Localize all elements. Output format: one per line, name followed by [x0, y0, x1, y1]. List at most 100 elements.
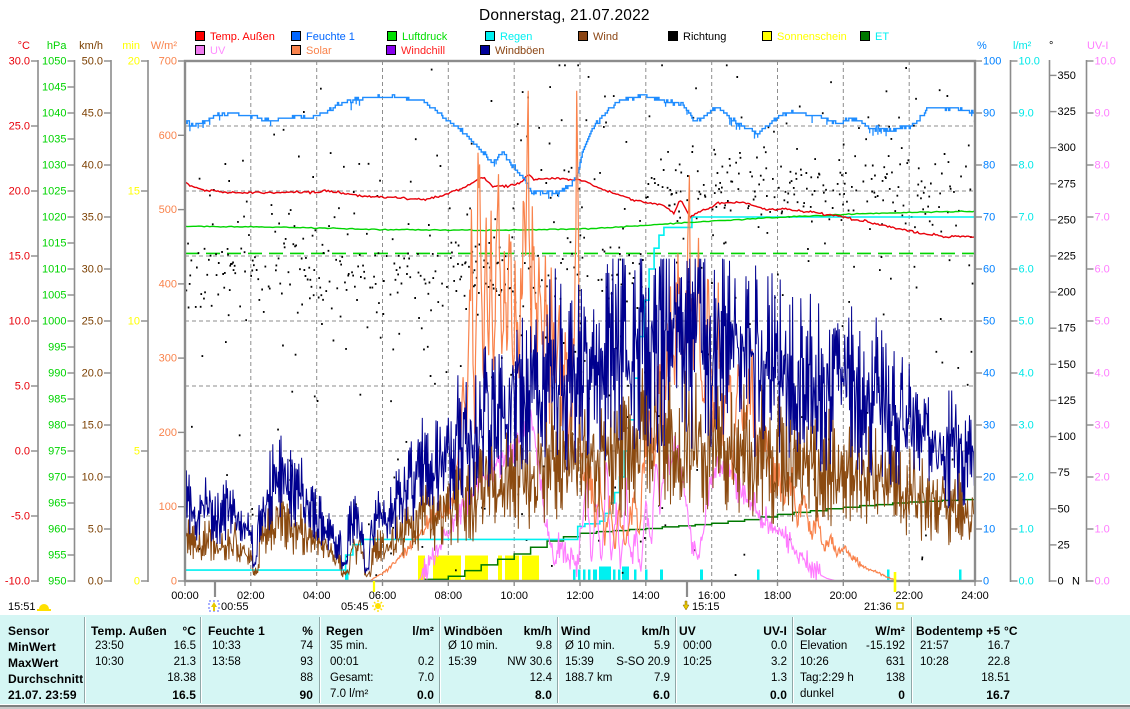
svg-text:0.0: 0.0 [1095, 576, 1110, 588]
svg-text:20.0: 20.0 [82, 368, 103, 380]
svg-text:990: 990 [48, 368, 66, 380]
svg-text:0: 0 [171, 576, 177, 588]
svg-text:04:00: 04:00 [303, 590, 331, 602]
svg-text:W/m²: W/m² [151, 40, 178, 52]
svg-text:275: 275 [1058, 178, 1076, 190]
svg-text:950: 950 [48, 576, 66, 588]
svg-text:300: 300 [1058, 142, 1076, 154]
svg-text:975: 975 [48, 446, 66, 458]
svg-text:10.0: 10.0 [1019, 56, 1040, 68]
svg-text:30.0: 30.0 [82, 264, 103, 276]
svg-text:6.0: 6.0 [1019, 264, 1034, 276]
svg-text:15.0: 15.0 [82, 420, 103, 432]
svg-text:200: 200 [159, 427, 177, 439]
svg-text:400: 400 [159, 278, 177, 290]
svg-text:200: 200 [1058, 287, 1076, 299]
svg-text:0: 0 [983, 576, 989, 588]
svg-text:40.0: 40.0 [82, 160, 103, 172]
svg-text:1000: 1000 [42, 316, 66, 328]
svg-text:km/h: km/h [79, 40, 103, 52]
svg-text:955: 955 [48, 550, 66, 562]
svg-text:970: 970 [48, 472, 66, 484]
svg-text:25: 25 [1058, 539, 1070, 551]
svg-text:10:00: 10:00 [500, 590, 528, 602]
svg-text:5.0: 5.0 [88, 524, 103, 536]
svg-text:1020: 1020 [42, 212, 66, 224]
svg-text:30.0: 30.0 [9, 56, 30, 68]
svg-text:18:00: 18:00 [764, 590, 792, 602]
svg-text:1050: 1050 [42, 56, 66, 68]
svg-text:500: 500 [159, 204, 177, 216]
svg-text:15: 15 [128, 186, 140, 198]
svg-text:985: 985 [48, 394, 66, 406]
svg-text:1010: 1010 [42, 264, 66, 276]
svg-text:3.0: 3.0 [1019, 420, 1034, 432]
svg-text:l/m²: l/m² [1013, 40, 1032, 52]
svg-text:40: 40 [983, 368, 995, 380]
svg-text:995: 995 [48, 342, 66, 354]
svg-text:5.0: 5.0 [1019, 316, 1034, 328]
svg-text:10: 10 [983, 524, 995, 536]
svg-text:5.0: 5.0 [15, 381, 30, 393]
svg-text:25.0: 25.0 [82, 316, 103, 328]
svg-text:9.0: 9.0 [1019, 108, 1034, 120]
svg-text:°: ° [1049, 40, 1053, 52]
svg-text:8.0: 8.0 [1019, 160, 1034, 172]
svg-text:0: 0 [134, 576, 140, 588]
svg-text:45.0: 45.0 [82, 108, 103, 120]
svg-text:7.0: 7.0 [1095, 212, 1110, 224]
svg-text:60: 60 [983, 264, 995, 276]
svg-text:980: 980 [48, 420, 66, 432]
svg-text:1040: 1040 [42, 108, 66, 120]
svg-text:0: 0 [1058, 576, 1064, 588]
svg-text:08:00: 08:00 [435, 590, 463, 602]
svg-text:-10.0: -10.0 [5, 576, 30, 588]
svg-text:100: 100 [983, 56, 1001, 68]
svg-text:22:00: 22:00 [895, 590, 923, 602]
svg-text:4.0: 4.0 [1095, 368, 1110, 380]
svg-text:350: 350 [1058, 70, 1076, 82]
svg-text:1.0: 1.0 [1095, 524, 1110, 536]
svg-text:4.0: 4.0 [1019, 368, 1034, 380]
svg-text:1.0: 1.0 [1019, 524, 1034, 536]
svg-text:24:00: 24:00 [961, 590, 989, 602]
svg-text:-5.0: -5.0 [11, 511, 30, 523]
svg-text:20: 20 [128, 56, 140, 68]
svg-text:150: 150 [1058, 359, 1076, 371]
svg-text:00:00: 00:00 [171, 590, 199, 602]
svg-text:70: 70 [983, 212, 995, 224]
svg-text:0.0: 0.0 [1019, 576, 1034, 588]
svg-text:14:00: 14:00 [632, 590, 660, 602]
svg-text:%: % [977, 40, 987, 52]
svg-text:25.0: 25.0 [9, 121, 30, 133]
svg-text:80: 80 [983, 160, 995, 172]
svg-text:100: 100 [1058, 431, 1076, 443]
svg-text:1025: 1025 [42, 186, 66, 198]
svg-text:50: 50 [1058, 503, 1070, 515]
svg-text:12:00: 12:00 [566, 590, 594, 602]
svg-text:50: 50 [983, 316, 995, 328]
svg-text:8.0: 8.0 [1095, 160, 1110, 172]
svg-text:75: 75 [1058, 467, 1070, 479]
svg-text:UV-I: UV-I [1087, 40, 1108, 52]
svg-text:5.0: 5.0 [1095, 316, 1110, 328]
svg-text:min: min [122, 40, 140, 52]
svg-text:10.0: 10.0 [82, 472, 103, 484]
svg-text:30: 30 [983, 420, 995, 432]
svg-text:2.0: 2.0 [1019, 472, 1034, 484]
svg-text:600: 600 [159, 130, 177, 142]
svg-text:10.0: 10.0 [1095, 56, 1116, 68]
svg-text:965: 965 [48, 498, 66, 510]
svg-text:10.0: 10.0 [9, 316, 30, 328]
svg-text:175: 175 [1058, 323, 1076, 335]
svg-text:1035: 1035 [42, 134, 66, 146]
svg-text:9.0: 9.0 [1095, 108, 1110, 120]
svg-text:300: 300 [159, 353, 177, 365]
svg-text:20.0: 20.0 [9, 186, 30, 198]
svg-text:20: 20 [983, 472, 995, 484]
svg-text:7.0: 7.0 [1019, 212, 1034, 224]
svg-text:960: 960 [48, 524, 66, 536]
svg-text:700: 700 [159, 56, 177, 68]
svg-text:20:00: 20:00 [830, 590, 858, 602]
svg-text:35.0: 35.0 [82, 212, 103, 224]
